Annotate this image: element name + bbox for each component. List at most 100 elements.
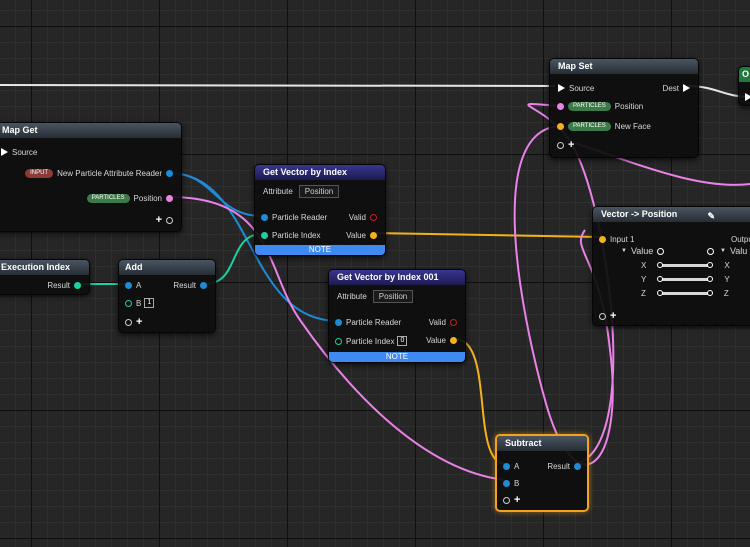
particle-index-input-pin[interactable]	[335, 337, 342, 345]
add-pin-icon[interactable]: +	[568, 140, 574, 151]
add-input-pin[interactable]	[125, 318, 132, 326]
exec-input-pin[interactable]	[558, 84, 565, 92]
result-label: Result	[47, 280, 70, 290]
input-badge: INPUT	[25, 168, 54, 178]
value-output-pin[interactable]	[450, 336, 457, 344]
collapse-arrow-icon[interactable]: ▼	[720, 248, 726, 254]
vector-to-position-title[interactable]: Vector -> Position ✎	[593, 207, 750, 222]
value-output-pin[interactable]	[370, 231, 377, 239]
execution-index-node[interactable]: Execution Index Result	[0, 259, 90, 295]
new-face-input-pin[interactable]	[557, 122, 564, 130]
add-input-pin[interactable]	[599, 312, 606, 320]
add-pin-icon[interactable]: +	[514, 495, 520, 506]
reader-wire	[168, 172, 263, 217]
a-label: A	[514, 461, 520, 471]
execution-index-title[interactable]: Execution Index	[0, 260, 89, 275]
subtract-title[interactable]: Subtract	[497, 436, 587, 451]
note-bar[interactable]: NOTE	[329, 352, 465, 362]
valid-output-pin[interactable]	[450, 318, 457, 326]
add-pin-icon[interactable]: +	[136, 317, 142, 328]
particles-badge: PARTICLES	[568, 121, 611, 131]
get-vector-title[interactable]: Get Vector by Index	[255, 165, 385, 180]
valid-label: Valid	[348, 212, 366, 222]
valid-output-pin[interactable]	[370, 213, 377, 221]
result-output-pin[interactable]	[574, 462, 581, 470]
add-title[interactable]: Add	[119, 260, 215, 275]
result-label: Result	[173, 280, 196, 290]
add-output-pin[interactable]	[166, 216, 173, 224]
map-get-title[interactable]: Map Get	[0, 123, 181, 138]
particle-index-field[interactable]: 0	[397, 336, 408, 346]
add-node[interactable]: Add A Result B 1 +	[118, 259, 216, 333]
particle-index-input-pin[interactable]	[261, 231, 268, 239]
offscreen-node-title[interactable]: O	[739, 67, 750, 82]
output-label: Outpu	[731, 234, 750, 244]
get-vector-by-index-node[interactable]: Get Vector by Index Attribute Position P…	[254, 164, 386, 256]
attribute-dropdown[interactable]: Position	[298, 184, 340, 198]
z-label-right: Z	[723, 288, 729, 298]
exec-input-pin[interactable]	[1, 148, 8, 156]
y-mapping-slider[interactable]	[657, 275, 714, 282]
source-label: Source	[12, 147, 38, 157]
particle-index-label: Particle Index	[272, 230, 321, 240]
particle-index-label: Particle Index	[346, 336, 395, 346]
position-output-pin[interactable]	[166, 194, 173, 202]
attribute-dropdown[interactable]: Position	[372, 289, 414, 303]
position-label: Position	[614, 101, 644, 111]
add-input-pin[interactable]	[557, 141, 564, 149]
add-pin-icon[interactable]: +	[610, 311, 616, 322]
y-label-right: Y	[724, 274, 730, 284]
result-label: Result	[547, 461, 570, 471]
map-set-node[interactable]: Map Set Source Dest PARTICLES Position P…	[549, 58, 699, 158]
map-get-node[interactable]: Map Get Source INPUT New Particle Attrib…	[0, 122, 182, 232]
input-1-pin[interactable]	[599, 235, 606, 243]
new-face-label: New Face	[614, 121, 651, 131]
particles-badge: PARTICLES	[86, 193, 130, 203]
b-input-pin[interactable]	[503, 479, 510, 487]
particle-reader-input-pin[interactable]	[335, 318, 342, 326]
map-set-title[interactable]: Map Set	[550, 59, 698, 74]
x-mapping-slider[interactable]	[657, 261, 714, 268]
subtract-node[interactable]: Subtract A Result B +	[495, 434, 589, 512]
attribute-reader-output-pin[interactable]	[166, 169, 173, 177]
pencil-icon[interactable]: ✎	[707, 209, 715, 224]
b-label: B	[514, 478, 520, 488]
result-output-pin[interactable]	[74, 281, 81, 289]
value-label-right: Valu	[729, 246, 748, 256]
value-input-pin[interactable]	[707, 247, 714, 255]
exec-input-pin[interactable]	[745, 93, 750, 101]
exec-wire	[0, 84, 556, 87]
a-input-pin[interactable]	[125, 281, 132, 289]
get-vector-001-title[interactable]: Get Vector by Index 001	[329, 270, 465, 285]
note-bar[interactable]: NOTE	[255, 245, 385, 255]
exec-output-pin[interactable]	[683, 84, 690, 92]
z-mapping-slider[interactable]	[656, 289, 713, 296]
add-pin-icon[interactable]: +	[156, 215, 162, 226]
z-label: Z	[641, 288, 646, 298]
attribute-label: Attribute	[337, 291, 367, 301]
particle-reader-label: Particle Reader	[346, 317, 402, 327]
value-label: Value	[426, 335, 446, 345]
attribute-label: Attribute	[263, 186, 293, 196]
position-input-pin[interactable]	[557, 102, 564, 110]
add-input-pin[interactable]	[503, 496, 510, 504]
b-input-pin[interactable]	[125, 299, 132, 307]
source-label: Source	[569, 83, 595, 93]
a-input-pin[interactable]	[503, 462, 510, 470]
offscreen-node[interactable]: O	[738, 66, 750, 106]
result-output-pin[interactable]	[200, 281, 207, 289]
get-vector-by-index-001-node[interactable]: Get Vector by Index 001 Attribute Positi…	[328, 269, 466, 363]
x-label: X	[641, 260, 647, 270]
a-label: A	[136, 280, 142, 290]
value-output-pin[interactable]	[657, 247, 665, 255]
collapse-arrow-icon[interactable]: ▼	[621, 248, 627, 254]
b-value-field[interactable]: 1	[144, 298, 155, 308]
input-1-label: Input 1	[610, 234, 635, 244]
dest-label: Dest	[662, 83, 679, 93]
vector-to-position-node[interactable]: Vector -> Position ✎ Input 1 Outpu ▼ Val…	[592, 206, 750, 326]
value-label: Value	[630, 246, 654, 256]
b-label: B	[136, 298, 142, 308]
x-label-right: X	[724, 260, 730, 270]
particle-reader-input-pin[interactable]	[261, 213, 268, 221]
attribute-reader-label: New Particle Attribute Reader	[57, 168, 162, 178]
